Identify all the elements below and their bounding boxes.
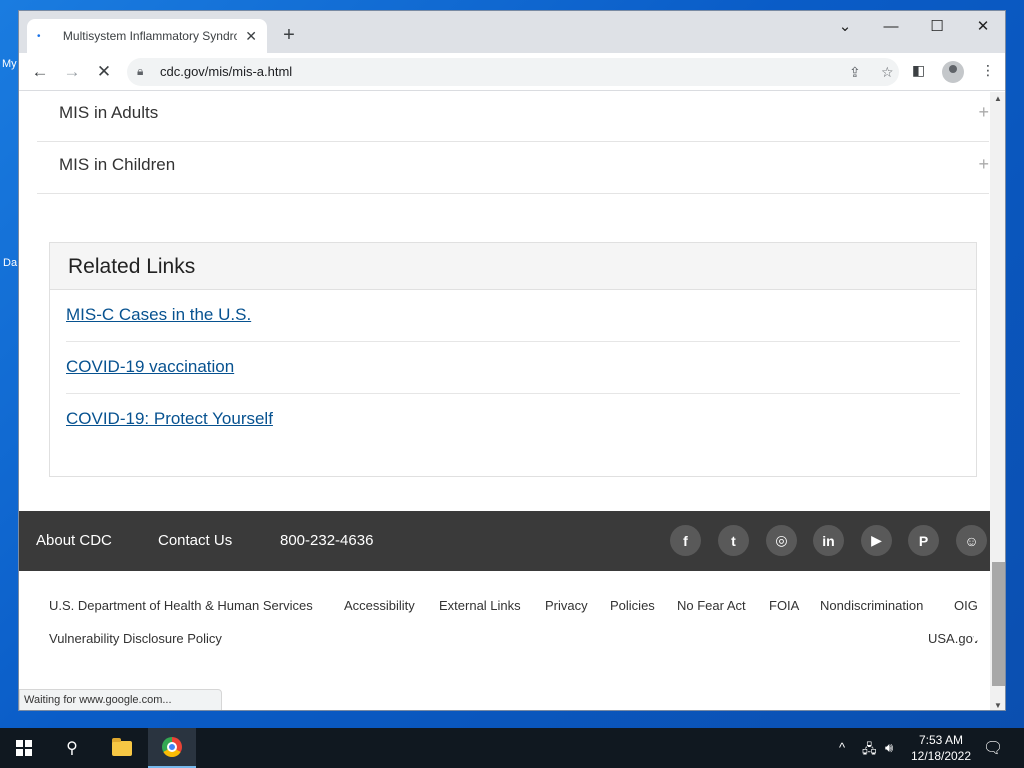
facebook-icon[interactable]: f [670, 525, 701, 556]
related-link-covid-vaccination[interactable]: COVID-19 vaccination [66, 357, 234, 376]
footer-link-vulnerability-policy[interactable]: Vulnerability Disclosure Policy [49, 631, 222, 646]
linkedin-icon[interactable]: in [813, 525, 844, 556]
related-link-mis-c-cases[interactable]: MIS-C Cases in the U.S. [66, 305, 251, 324]
related-links-list: MIS-C Cases in the U.S. COVID-19 vaccina… [50, 290, 976, 446]
related-link-protect-yourself[interactable]: COVID-19: Protect Yourself [66, 409, 273, 428]
browser-titlebar: • Multisystem Inflammatory Syndrome ✕ + … [19, 11, 1005, 53]
footer-phone-number[interactable]: 800-232-4636 [280, 532, 373, 549]
footer-link-policies[interactable]: Policies [610, 598, 655, 613]
menu-kebab-icon[interactable]: ⋮ [981, 62, 995, 79]
pinterest-icon[interactable]: P [908, 525, 939, 556]
profile-avatar-icon[interactable] [942, 61, 964, 83]
address-bar[interactable]: 🔒︎ cdc.gov/mis/mis-a.html ⇪ ☆ [127, 58, 899, 86]
footer-link-contact-us[interactable]: Contact Us [158, 532, 232, 549]
notification-center-icon[interactable]: 🗨︎ [983, 738, 1003, 758]
tab-title: Multisystem Inflammatory Syndrome [62, 29, 237, 43]
footer-link-about-cdc[interactable]: About CDC [36, 532, 112, 549]
related-links-heading: Related Links [50, 243, 976, 290]
accordion-label: MIS in Adults [59, 103, 159, 122]
scroll-up-arrow-icon[interactable]: ▲ [994, 94, 1002, 103]
show-hidden-icons-chevron-icon[interactable]: ^ [839, 740, 845, 755]
footer-link-external-links[interactable]: External Links [439, 598, 521, 613]
browser-tab[interactable]: • Multisystem Inflammatory Syndrome ✕ [27, 19, 267, 53]
tab-close-icon[interactable]: ✕ [245, 28, 257, 45]
browser-window: • Multisystem Inflammatory Syndrome ✕ + … [18, 10, 1006, 711]
tab-search-chevron-icon[interactable]: ⌄ [822, 11, 868, 41]
footer-link-nondiscrimination[interactable]: Nondiscrimination [820, 598, 923, 613]
footer-dark-bar: About CDC Contact Us 800-232-4636 f t ◎ … [19, 511, 990, 571]
network-icon[interactable]: 🖧︎ [862, 740, 877, 762]
new-tab-button[interactable]: + [277, 24, 301, 48]
clock-date: 12/18/2022 [910, 749, 972, 763]
stop-loading-icon[interactable]: ✕ [91, 59, 117, 85]
close-window-button[interactable]: ✕ [960, 11, 1005, 41]
desktop-icon-label[interactable]: My [2, 58, 17, 70]
footer-link-oig[interactable]: OIG [954, 598, 978, 613]
youtube-icon[interactable]: ▶ [861, 525, 892, 556]
forward-arrow-icon[interactable]: → [59, 59, 85, 85]
volume-icon[interactable]: 🔊︎ [885, 740, 893, 756]
accordion-mis-children[interactable]: MIS in Children + [37, 142, 989, 194]
desktop-icon-label[interactable]: Da [3, 257, 17, 269]
browser-toolbar: ← → ✕ 🔒︎ cdc.gov/mis/mis-a.html ⇪ ☆ ◧ ⋮ [19, 53, 1005, 91]
maximize-button[interactable]: ☐ [914, 11, 960, 41]
list-item: MIS-C Cases in the U.S. [66, 290, 960, 342]
instagram-icon[interactable]: ◎ [766, 525, 797, 556]
accordion-label: MIS in Children [59, 155, 176, 174]
lock-icon[interactable]: 🔒︎ [137, 64, 143, 79]
footer-link-accessibility[interactable]: Accessibility [344, 598, 415, 613]
footer-link-no-fear-act[interactable]: No Fear Act [677, 598, 746, 613]
expand-plus-icon[interactable]: + [978, 154, 989, 175]
system-clock[interactable]: 7:53 AM 12/18/2022 [906, 732, 976, 764]
page-content: MIS in Adults + MIS in Children + Relate… [19, 92, 990, 710]
loading-favicon-icon: • [37, 30, 41, 42]
folder-icon [112, 737, 132, 756]
list-item: COVID-19: Protect Yourself [66, 394, 960, 446]
share-icon[interactable]: ⇪ [849, 64, 861, 81]
list-item: COVID-19 vaccination [66, 342, 960, 394]
footer-link-privacy[interactable]: Privacy [545, 598, 588, 613]
url-text[interactable]: cdc.gov/mis/mis-a.html [160, 64, 292, 79]
footer-link-foia[interactable]: FOIA [769, 598, 799, 613]
footer-link-hhs[interactable]: U.S. Department of Health & Human Servic… [49, 598, 313, 613]
clock-time: 7:53 AM [918, 733, 964, 747]
side-panel-icon[interactable]: ◧ [912, 62, 925, 79]
file-explorer-button[interactable] [98, 728, 146, 768]
search-icon[interactable]: ⚲ [48, 728, 96, 768]
expand-plus-icon[interactable]: + [978, 102, 989, 123]
related-links-card: Related Links MIS-C Cases in the U.S. CO… [49, 242, 977, 477]
chrome-icon [162, 737, 182, 757]
start-button[interactable] [0, 728, 48, 768]
back-arrow-icon[interactable]: ← [27, 59, 53, 85]
scrollbar-thumb[interactable] [992, 562, 1005, 686]
windows-logo-icon [16, 740, 32, 756]
status-bubble: Waiting for www.google.com... [19, 689, 222, 710]
minimize-button[interactable]: — [868, 11, 914, 41]
accordion-mis-adults[interactable]: MIS in Adults + [37, 92, 989, 142]
taskbar: ⚲ ^ 🖧︎ 🔊︎ 7:53 AM 12/18/2022 🗨︎ [0, 728, 1024, 768]
scroll-down-arrow-icon[interactable]: ▼ [994, 701, 1002, 710]
snapchat-icon[interactable]: ☺ [956, 525, 987, 556]
page-scrollbar[interactable]: ▲ ▼ [990, 92, 1005, 710]
bookmark-star-icon[interactable]: ☆ [881, 64, 894, 81]
chrome-taskbar-button[interactable] [148, 728, 196, 768]
twitter-icon[interactable]: t [718, 525, 749, 556]
